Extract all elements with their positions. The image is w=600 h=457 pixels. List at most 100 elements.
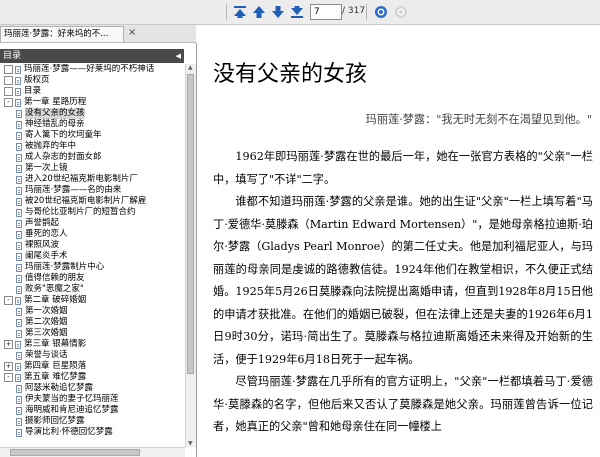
page-total-label: / 317	[342, 6, 366, 16]
collapse-icon[interactable]: -	[4, 296, 13, 305]
expand-icon[interactable]: +	[4, 340, 13, 349]
toc-item-label: 第一次上镜	[25, 163, 68, 173]
scroll-thumb[interactable]	[10, 449, 140, 456]
tree-node-icon	[4, 76, 13, 85]
toc-section-item[interactable]: 被20世纪福克斯电影制片厂解雇	[16, 196, 146, 207]
toc-item-label: 阿瑟米勒追忆梦露	[25, 383, 94, 393]
toc-item-label: 第三章 银幕情影	[24, 339, 87, 349]
toc-section-item[interactable]: 海明威和肯尼迪追忆梦露	[16, 405, 119, 416]
page-number-input[interactable]: 7	[310, 4, 342, 20]
toc-panel-title: 目录	[3, 51, 22, 61]
close-icon[interactable]: ×	[128, 27, 136, 39]
document-icon	[15, 296, 21, 305]
toc-section-item[interactable]: 垂死的恋人	[16, 229, 68, 240]
expand-icon[interactable]: +	[4, 362, 13, 371]
tree-node-icon	[4, 87, 13, 96]
toc-item-label: 第四章 巨星陨落	[24, 361, 87, 371]
toc-section-item[interactable]: 被抛弃的年中	[16, 141, 76, 152]
toc-item-label: 目录	[24, 86, 42, 96]
last-page-button[interactable]	[289, 4, 305, 20]
collapse-icon[interactable]: -	[4, 373, 13, 382]
toc-section-item[interactable]: 败务"恶魔之家"	[16, 284, 84, 295]
toc-section-item[interactable]: 声誉鹊起	[16, 218, 59, 229]
tree-node-icon	[4, 65, 13, 74]
toc-section-item[interactable]: 神经错乱的母亲	[16, 119, 85, 130]
toc-panel: 目录 ◀ 玛丽莲·梦露——好莱坞的不朽神话 版权页 目录 - 第一章 星路历程 没有父亲的…	[0, 43, 197, 457]
toc-section-item[interactable]: 阿瑟米勒追忆梦露	[16, 383, 93, 394]
toc-chapter-item[interactable]: + 第四章 巨星陨落	[4, 361, 86, 372]
zoom-out-button[interactable]	[393, 4, 409, 20]
toc-item-label: 版权页	[24, 75, 50, 85]
toc-section-item[interactable]: 第二次婚姻	[16, 317, 68, 328]
document-icon	[16, 131, 22, 140]
document-icon	[15, 65, 21, 74]
scroll-up-arrow-icon[interactable]: ▲	[188, 64, 193, 71]
toc-item-label: 玛丽莲·梦露——好莱坞的不朽神话	[24, 64, 155, 74]
toc-item-label: 第一章 星路历程	[24, 97, 87, 107]
toc-vertical-scrollbar[interactable]: ▲ ▼	[185, 64, 196, 447]
toc-item-label: 垂死的恋人	[25, 229, 68, 239]
toc-chapter-item[interactable]: - 第二章 破碎婚姻	[4, 295, 86, 306]
toc-item-label: 玛丽莲·梦露制片中心	[25, 262, 105, 272]
toc-section-item[interactable]: 伊夫蒙当的妻子忆玛丽莲	[16, 394, 119, 405]
document-icon	[16, 428, 22, 437]
toc-chapter-item[interactable]: + 第三章 银幕情影	[4, 339, 86, 350]
zoom-in-button[interactable]	[373, 4, 389, 20]
toc-section-item[interactable]: 裸照风波	[16, 240, 59, 251]
collapse-icon[interactable]: -	[4, 98, 13, 107]
toc-chapter-item[interactable]: - 第一章 星路历程	[4, 97, 86, 108]
document-icon	[16, 164, 22, 173]
toc-item-label: 寄人篱下的坎坷童年	[25, 130, 102, 140]
first-page-button[interactable]	[232, 4, 248, 20]
document-icon	[16, 406, 22, 415]
toc-chapter-item[interactable]: 目录	[4, 86, 41, 97]
toc-section-item[interactable]: 第三次婚姻	[16, 328, 68, 339]
document-icon	[16, 274, 22, 283]
toc-item-label: 摄影师回忆梦露	[25, 416, 85, 426]
toc-chapter-item[interactable]: 版权页	[4, 75, 50, 86]
document-icon	[16, 395, 22, 404]
toc-item-label: 第三次婚姻	[25, 328, 68, 338]
next-page-button[interactable]	[270, 4, 286, 20]
toc-item-label: 荣誉与谈话	[25, 350, 68, 360]
toc-section-item[interactable]: 摄影师回忆梦露	[16, 416, 85, 427]
toc-horizontal-scrollbar[interactable]	[0, 447, 185, 457]
toc-section-item[interactable]: 玛丽莲·梦露——名的由来	[16, 185, 121, 196]
toc-section-item[interactable]: 玛丽莲·梦露制片中心	[16, 262, 104, 273]
toc-section-item[interactable]: 进入20世纪福克斯电影制片厂	[16, 174, 138, 185]
toc-section-item[interactable]: 值得信赖的朋友	[16, 273, 85, 284]
toc-section-item[interactable]: 第一次上镜	[16, 163, 68, 174]
zoom-out-icon	[395, 6, 407, 18]
toc-section-item[interactable]: 第一次婚姻	[16, 306, 68, 317]
document-icon	[15, 340, 21, 349]
toc-section-item[interactable]: 成人杂志的封面女郎	[16, 152, 102, 163]
toc-chapter-item[interactable]: 玛丽莲·梦露——好莱坞的不朽神话	[4, 64, 154, 75]
scroll-down-arrow-icon[interactable]: ▼	[188, 440, 193, 447]
document-icon	[16, 208, 22, 217]
toc-item-label: 进入20世纪福克斯电影制片厂	[25, 174, 138, 184]
chapter-title: 没有父亲的女孩	[213, 62, 368, 87]
toc-section-item[interactable]: 荣誉与谈话	[16, 350, 68, 361]
document-icon	[16, 263, 22, 272]
toc-item-label: 阑尾炎手术	[25, 251, 68, 261]
toc-section-item[interactable]: 没有父亲的女孩	[16, 108, 85, 119]
document-icon	[15, 373, 21, 382]
document-tab[interactable]: 玛丽莲·梦露：好来坞的不...	[0, 26, 124, 42]
prev-page-button[interactable]	[251, 4, 267, 20]
toc-tree: 玛丽莲·梦露——好莱坞的不朽神话 版权页 目录 - 第一章 星路历程 没有父亲的女孩 神经错…	[0, 64, 184, 447]
collapse-arrow-icon[interactable]: ◀	[176, 49, 181, 63]
toc-item-label: 海明威和肯尼迪追忆梦露	[25, 405, 119, 415]
toc-section-item[interactable]: 与哥伦比亚制片厂的短暂合约	[16, 207, 136, 218]
toc-section-item[interactable]: 导演比利·怀德回忆梦露	[16, 427, 113, 438]
scroll-thumb[interactable]	[187, 74, 194, 374]
toc-chapter-item[interactable]: - 第五章 难忆梦露	[4, 372, 86, 383]
document-icon	[16, 219, 22, 228]
document-icon	[16, 186, 22, 195]
toc-item-label: 值得信赖的朋友	[25, 273, 85, 283]
zoom-in-icon	[375, 6, 387, 18]
toc-section-item[interactable]: 阑尾炎手术	[16, 251, 68, 262]
toc-section-item[interactable]: 寄人篱下的坎坷童年	[16, 130, 102, 141]
toc-item-label: 第一次婚姻	[25, 306, 68, 316]
toc-item-label: 玛丽莲·梦露——名的由来	[25, 185, 122, 195]
document-icon	[16, 142, 22, 151]
